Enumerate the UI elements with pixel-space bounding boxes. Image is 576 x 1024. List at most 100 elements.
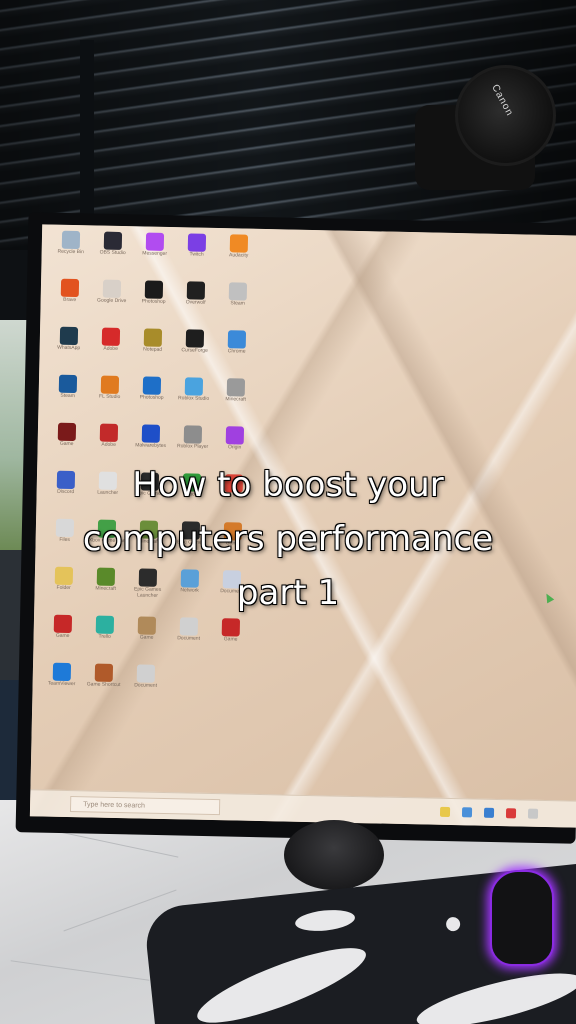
desktop-icon[interactable]: Twitch: [177, 233, 216, 280]
desktop-icon[interactable]: FL Studio: [90, 375, 129, 422]
desktop-icon-label: TeamViewer: [47, 680, 76, 688]
desktop-icon-label: Game Shortcut: [86, 681, 121, 689]
desktop-icon-label: Adobe: [101, 441, 116, 448]
desktop-icon[interactable]: Photoshop: [132, 376, 171, 423]
desktop-icon-label: Roblox Studio: [178, 395, 210, 402]
desktop-icon-label: Photoshop: [141, 298, 166, 305]
desktop-icon[interactable]: Game Shortcut: [84, 663, 123, 710]
desktop-icon-label: Notepad: [143, 346, 163, 353]
desktop-icon-label: OBS Studio: [99, 249, 126, 257]
desktop-icon-label: Twitch: [189, 251, 204, 258]
app-icon: [183, 425, 203, 444]
desktop-icon[interactable]: Overwolf: [176, 281, 215, 328]
desktop-icon-label: Document: [134, 682, 158, 689]
app-icon: [100, 375, 120, 394]
app-icon: [227, 330, 247, 349]
mousepad-swirl: [190, 934, 373, 1024]
desktop-icon[interactable]: Document: [126, 664, 165, 711]
app-icon: [103, 231, 123, 250]
mousepad-dot: [445, 916, 461, 932]
desktop-icon[interactable]: WhatsApp: [49, 326, 88, 374]
mousepad-swirl: [294, 907, 356, 934]
desktop-icon-label: Game: [223, 636, 238, 643]
tray-icon[interactable]: [439, 806, 451, 817]
app-icon: [52, 662, 72, 682]
desktop-icon[interactable]: Document: [169, 617, 208, 664]
desktop-icon[interactable]: Adobe: [91, 327, 130, 374]
app-icon: [187, 233, 207, 252]
monitor-stand: [284, 820, 384, 890]
app-icon: [186, 281, 206, 300]
desktop-icon-label: CurseForge: [181, 347, 208, 354]
window-frame: [80, 40, 94, 240]
desktop-icon[interactable]: Roblox Studio: [174, 377, 213, 424]
tray-icon[interactable]: [461, 807, 473, 818]
app-icon: [143, 328, 163, 347]
desktop-icon[interactable]: OBS Studio: [93, 231, 132, 278]
app-icon: [101, 327, 121, 346]
app-icon: [102, 279, 122, 298]
desktop-icon[interactable]: TeamViewer: [42, 662, 81, 709]
desktop-icon-label: Steam: [230, 300, 245, 307]
app-icon: [99, 423, 119, 442]
desktop-icon-label: Audacity: [228, 252, 249, 259]
photo-scene: Canon Recycle Bin OBS Studio Messenger Twit…: [0, 0, 576, 1024]
taskbar-search-input[interactable]: Type here to search: [69, 796, 221, 816]
desktop-icon-label: Adobe: [103, 345, 118, 352]
app-icon: [179, 617, 199, 636]
video-caption: How to boost your computers performance …: [0, 458, 576, 620]
tray-icon[interactable]: [483, 807, 495, 818]
desktop-icon[interactable]: Trello: [85, 615, 124, 662]
desktop-icon-label: Google Drive: [97, 297, 127, 305]
app-icon: [141, 424, 161, 443]
app-icon: [228, 282, 248, 301]
app-icon: [145, 232, 165, 251]
app-icon: [225, 426, 245, 445]
app-icon: [60, 278, 80, 298]
marble-vein: [10, 960, 150, 981]
desktop-icon-label: Recycle Bin: [57, 248, 84, 256]
desktop-icon[interactable]: Brave: [50, 278, 89, 326]
app-icon: [58, 374, 78, 394]
desktop-icon[interactable]: Audacity: [219, 234, 258, 281]
desktop-icon-label: Chrome: [227, 348, 246, 355]
desktop-icon-label: Roblox Player: [177, 443, 209, 450]
desktop-icon-label: Overwolf: [185, 299, 206, 306]
desktop-icon-label: Game: [139, 634, 154, 641]
desktop-icon[interactable]: Steam: [218, 282, 257, 329]
desktop-icon[interactable]: Notepad: [133, 328, 172, 375]
desktop-icon[interactable]: Steam: [48, 374, 87, 422]
app-icon: [226, 378, 246, 397]
app-icon: [94, 663, 114, 682]
desktop-icon-label: FL Studio: [98, 393, 121, 400]
desktop-icon[interactable]: CurseForge: [175, 329, 214, 376]
desktop-icon[interactable]: Game: [127, 616, 166, 663]
app-icon: [185, 329, 205, 348]
desktop-icon[interactable]: Minecraft: [216, 378, 255, 425]
desktop-icon[interactable]: Photoshop: [134, 280, 173, 327]
caption-line-1: How to boost your: [132, 465, 444, 505]
desktop-icon[interactable]: Game: [43, 614, 82, 661]
desktop-icon-label: Trello: [98, 633, 111, 640]
tray-icon[interactable]: [505, 808, 517, 819]
desktop-icon-label: Document: [177, 635, 201, 642]
mousepad-swirl: [412, 962, 576, 1024]
desktop-icon-label: Minecraft: [225, 396, 246, 403]
desktop-icon[interactable]: Chrome: [217, 330, 256, 377]
gaming-mouse: [490, 870, 554, 966]
app-icon: [144, 280, 164, 299]
desktop-icon-label: Game: [59, 440, 74, 448]
caption-line-3: part 1: [236, 573, 340, 613]
desktop-icon-label: Game: [55, 632, 70, 639]
desktop-icon[interactable]: Messenger: [135, 232, 174, 279]
desktop-icon[interactable]: Game: [211, 618, 250, 665]
caption-line-2: computers performance: [82, 519, 494, 559]
desktop-icon-label: Steam: [60, 392, 75, 400]
tray-icon[interactable]: [527, 808, 539, 819]
desktop-icon-label: Messenger: [142, 250, 168, 257]
app-icon: [221, 618, 241, 637]
app-icon: [57, 422, 77, 442]
desktop-icon[interactable]: Google Drive: [92, 279, 131, 326]
desktop-icon[interactable]: Recycle Bin: [51, 230, 90, 278]
app-icon: [61, 230, 81, 250]
